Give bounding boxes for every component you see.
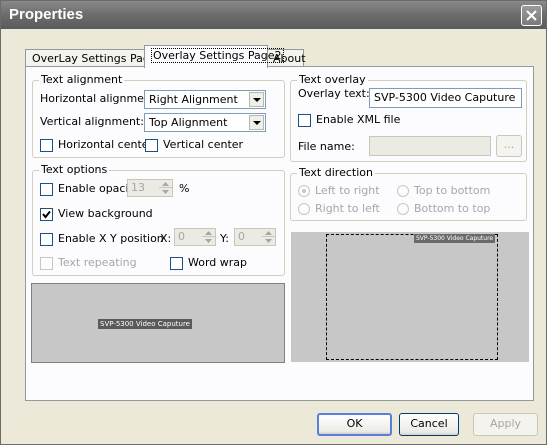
spinner-arrows[interactable] — [159, 180, 172, 196]
vertical-alignment-label: Vertical alignment: — [40, 115, 144, 128]
cancel-button[interactable]: Cancel — [399, 413, 459, 436]
preview-overlay-text: SVP-5300 Video Caputure — [98, 319, 192, 329]
horizontal-center-checkbox[interactable] — [40, 139, 53, 152]
group-legend: Text options — [39, 163, 110, 176]
horizontal-center-label: Horizontal center — [58, 138, 154, 151]
window-title: Properties — [9, 6, 84, 23]
chevron-down-icon — [253, 98, 261, 102]
vertical-center-checkbox[interactable] — [145, 139, 158, 152]
view-background-checkbox[interactable] — [40, 208, 53, 221]
spin-up-button[interactable] — [159, 180, 172, 188]
button-label: Apply — [489, 417, 522, 430]
view-background-label: View background — [58, 207, 153, 220]
top-to-bottom-label: Top to bottom — [414, 184, 491, 197]
dropdown-button[interactable] — [249, 115, 264, 130]
select-value: Right Alignment — [149, 93, 238, 106]
opacity-unit: % — [179, 182, 190, 195]
spinner-arrows[interactable] — [262, 229, 275, 245]
text-direction-group: Text direction Left to right Top to bott… — [290, 166, 527, 221]
tab-label: Overlay Settings Page2 — [151, 48, 284, 63]
radio-top-to-bottom[interactable] — [397, 185, 409, 197]
y-label: Y: — [220, 232, 229, 245]
spin-down-icon — [265, 239, 272, 243]
bottom-to-top-label: Bottom to top — [414, 202, 491, 215]
button-label: ... — [503, 138, 515, 151]
enable-xml-label: Enable XML file — [316, 113, 401, 126]
spinner-value: 0 — [178, 230, 185, 243]
spin-up-icon — [205, 231, 212, 235]
text-overlay-group: Text overlay Overlay text: SVP-5300 Vide… — [290, 73, 527, 162]
spin-down-button[interactable] — [202, 237, 215, 245]
chevron-down-icon — [253, 121, 261, 125]
horizontal-alignment-label: Horizontal alignment: — [40, 92, 159, 105]
checkmark-icon — [42, 210, 51, 219]
enable-xy-checkbox[interactable] — [40, 233, 53, 246]
file-name-label: File name: — [298, 140, 355, 153]
radio-left-to-right[interactable] — [298, 185, 310, 197]
preview-right: SVP-5300 Video Caputure — [291, 232, 529, 362]
preview-bounds — [326, 234, 498, 360]
spin-up-icon — [265, 231, 272, 235]
file-name-input[interactable] — [369, 136, 491, 156]
spinner-value: 13 — [131, 181, 145, 194]
horizontal-alignment-select[interactable]: Right Alignment — [144, 90, 266, 109]
spin-down-icon — [205, 239, 212, 243]
spin-up-icon — [162, 182, 169, 186]
properties-window: Properties OverLay Settings Page1 Overla… — [0, 0, 547, 445]
spinner-arrows[interactable] — [202, 229, 215, 245]
close-icon — [526, 10, 537, 21]
close-button[interactable] — [521, 5, 542, 26]
overlay-text-input[interactable]: SVP-5300 Video Caputure — [369, 88, 522, 108]
ok-button[interactable]: OK — [317, 413, 392, 436]
radio-bottom-to-top[interactable] — [397, 203, 409, 215]
word-wrap-checkbox[interactable] — [170, 257, 183, 270]
x-spinner[interactable]: 0 — [174, 228, 216, 246]
select-value: Top Alignment — [149, 116, 228, 129]
spin-down-button[interactable] — [159, 188, 172, 196]
browse-button[interactable]: ... — [496, 135, 522, 157]
text-options-group: Text options Enable opacity 13 % View ba… — [32, 163, 285, 276]
text-repeating-checkbox[interactable] — [40, 257, 53, 270]
vertical-alignment-select[interactable]: Top Alignment — [144, 113, 266, 132]
tab-panel: Text alignment Horizontal alignment: Rig… — [25, 66, 534, 401]
spin-down-icon — [162, 190, 169, 194]
radio-right-to-left[interactable] — [298, 203, 310, 215]
input-value: SVP-5300 Video Caputure — [374, 91, 516, 104]
group-legend: Text overlay — [297, 73, 368, 86]
apply-button[interactable]: Apply — [473, 413, 538, 436]
tab-overlay-page2[interactable]: Overlay Settings Page2 — [144, 45, 284, 68]
y-spinner[interactable]: 0 — [234, 228, 276, 246]
tab-overlay-page1[interactable]: OverLay Settings Page1 — [25, 49, 164, 67]
left-to-right-label: Left to right — [315, 184, 380, 197]
radio-dot — [302, 189, 306, 193]
spin-up-button[interactable] — [262, 229, 275, 237]
overlay-text-label: Overlay text: — [298, 87, 370, 100]
group-legend: Text direction — [297, 166, 375, 179]
right-to-left-label: Right to left — [315, 202, 380, 215]
button-label: Cancel — [410, 417, 448, 430]
spin-up-button[interactable] — [202, 229, 215, 237]
enable-xml-checkbox[interactable] — [298, 114, 311, 127]
spinner-value: 0 — [238, 230, 245, 243]
preview-overlay-text: SVP-5300 Video Caputure — [414, 234, 496, 243]
enable-opacity-checkbox[interactable] — [40, 183, 53, 196]
button-label: OK — [346, 417, 363, 430]
vertical-center-label: Vertical center — [163, 138, 244, 151]
spin-down-button[interactable] — [262, 237, 275, 245]
dropdown-button[interactable] — [249, 92, 264, 107]
word-wrap-label: Word wrap — [188, 256, 248, 269]
enable-xy-label: Enable X Y position — [58, 232, 164, 245]
opacity-spinner[interactable]: 13 — [127, 179, 173, 197]
group-legend: Text alignment — [39, 73, 125, 86]
text-alignment-group: Text alignment Horizontal alignment: Rig… — [32, 73, 285, 158]
preview-left: SVP-5300 Video Caputure — [31, 283, 285, 363]
title-bar: Properties — [1, 1, 546, 29]
x-label: X: — [160, 232, 172, 245]
text-repeating-label: Text repeating — [58, 256, 137, 269]
